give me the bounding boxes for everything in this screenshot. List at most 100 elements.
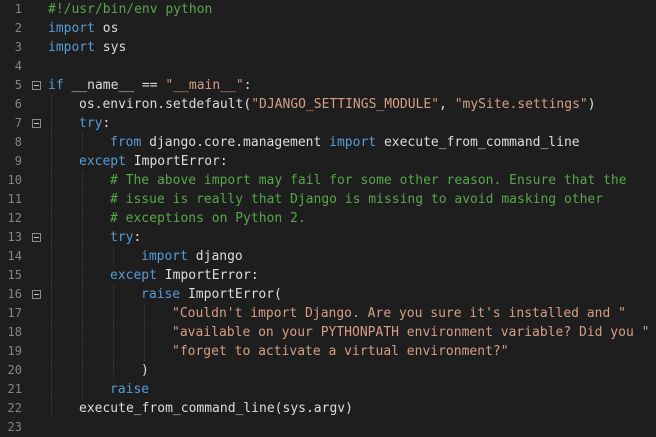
code-line[interactable]: 7 try: (0, 114, 656, 133)
indent-guide (51, 304, 52, 323)
code-line[interactable]: 1 #!/usr/bin/env python (0, 0, 656, 19)
code-token: ImportError: (156, 268, 259, 283)
code-line[interactable]: 11 # issue is really that Django is missi… (0, 190, 656, 209)
indent-guide (144, 304, 145, 323)
code-token: sys (94, 40, 127, 55)
code-token: execute_from_command_line (376, 135, 580, 150)
indent-guide (51, 266, 52, 285)
code-token: os.environ.setdefault( (79, 97, 252, 112)
string-token: "DJANGO_SETTINGS_MODULE" (251, 97, 440, 112)
code-editor[interactable]: 1 #!/usr/bin/env python 2 import os 3 import … (0, 0, 656, 436)
line-number: 16 (7, 287, 22, 301)
line-number: 1 (14, 2, 22, 16)
code-token: ImportError: (125, 154, 228, 169)
code-line[interactable]: 14 import django (0, 247, 656, 266)
code-text: "Couldn't import Django. Are you sure it… (172, 304, 626, 323)
code-line[interactable]: 3 import sys (0, 38, 656, 57)
code-text: if __name__ == "__main__": (48, 76, 252, 95)
keyword-token: except (110, 268, 157, 283)
indent-guide (82, 247, 83, 266)
code-line[interactable]: 2 import os (0, 19, 656, 38)
code-token: execute_from_command_line(sys.argv) (79, 401, 353, 416)
indent-guide (51, 152, 52, 171)
code-line[interactable]: 18 "available on your PYTHONPATH environm… (0, 323, 656, 342)
indent-guide (82, 228, 83, 247)
line-number: 20 (7, 363, 22, 377)
indent-guide (82, 380, 83, 399)
indent-guide (51, 95, 52, 114)
code-line[interactable]: 16 raise ImportError( (0, 285, 656, 304)
code-line[interactable]: 15 except ImportError: (0, 266, 656, 285)
indent-guide (113, 361, 114, 380)
line-number: 12 (7, 211, 22, 225)
indent-guide (82, 209, 83, 228)
code-line[interactable]: 13 try: (0, 228, 656, 247)
code-token: django.core.management (141, 135, 330, 150)
code-text: except ImportError: (110, 266, 259, 285)
string-token: "mySite.settings" (454, 97, 588, 112)
code-token: : (243, 78, 252, 93)
indent-guide (82, 285, 83, 304)
keyword-token: try (79, 116, 103, 131)
indent-guide (51, 190, 52, 209)
indent-guide (82, 323, 83, 342)
indent-guide (51, 380, 52, 399)
keyword-token: from (110, 135, 142, 150)
line-number: 17 (7, 306, 22, 320)
line-number: 5 (14, 78, 22, 92)
line-number: 18 (7, 325, 22, 339)
comment-token: # exceptions on Python 2. (110, 211, 306, 226)
code-line[interactable]: 22 execute_from_command_line(sys.argv) (0, 399, 656, 418)
line-number: 15 (7, 268, 22, 282)
line-number: 2 (14, 21, 22, 35)
indent-guide (82, 133, 83, 152)
code-text: import sys (48, 38, 126, 57)
line-number: 10 (7, 173, 22, 187)
keyword-token: raise (110, 382, 150, 397)
code-line[interactable]: 9 except ImportError: (0, 152, 656, 171)
indent-guide (51, 361, 52, 380)
code-token: ImportError( (180, 287, 282, 302)
indent-guide (82, 304, 83, 323)
code-line[interactable]: 5 if __name__ == "__main__": (0, 76, 656, 95)
line-number: 21 (7, 382, 22, 396)
line-number: 3 (14, 40, 22, 54)
code-token: , (439, 97, 455, 112)
code-line[interactable]: 19 "forget to activate a virtual environm… (0, 342, 656, 361)
code-line[interactable]: 10 # The above import may fail for some o… (0, 171, 656, 190)
fold-collapse-icon[interactable] (32, 81, 41, 90)
code-line[interactable]: 12 # exceptions on Python 2. (0, 209, 656, 228)
fold-collapse-icon[interactable] (32, 233, 41, 242)
line-number: 14 (7, 249, 22, 263)
line-number: 13 (7, 230, 22, 244)
code-line[interactable]: 21 raise (0, 380, 656, 399)
indent-guide (82, 342, 83, 361)
line-number: 23 (7, 420, 22, 434)
keyword-token: try (110, 230, 134, 245)
line-number: 9 (14, 154, 22, 168)
code-text: raise (110, 380, 149, 399)
code-line[interactable]: 23 (0, 418, 656, 437)
indent-guide (51, 209, 52, 228)
code-line[interactable]: 20) (0, 361, 656, 380)
code-token: : (133, 230, 142, 245)
line-number: 6 (14, 97, 22, 111)
fold-collapse-icon[interactable] (32, 290, 41, 299)
code-line[interactable]: 8 from django.core.management import exec… (0, 133, 656, 152)
indent-guide (113, 285, 114, 304)
string-token: "Couldn't import Django. Are you sure it… (172, 306, 626, 321)
code-line[interactable]: 17 "Couldn't import Django. Are you sure … (0, 304, 656, 323)
code-text: # exceptions on Python 2. (110, 209, 306, 228)
indent-guide (113, 247, 114, 266)
line-number: 11 (7, 192, 22, 206)
line-number: 19 (7, 344, 22, 358)
indent-guide (82, 190, 83, 209)
code-text: raise ImportError( (141, 285, 282, 304)
code-token: __name__ == (63, 78, 166, 93)
code-text: except ImportError: (79, 152, 228, 171)
indent-guide (82, 361, 83, 380)
code-text: "forget to activate a virtual environmen… (172, 342, 509, 361)
fold-collapse-icon[interactable] (32, 119, 41, 128)
code-line[interactable]: 6 os.environ.setdefault("DJANGO_SETTINGS_… (0, 95, 656, 114)
code-line[interactable]: 4 (0, 57, 656, 76)
